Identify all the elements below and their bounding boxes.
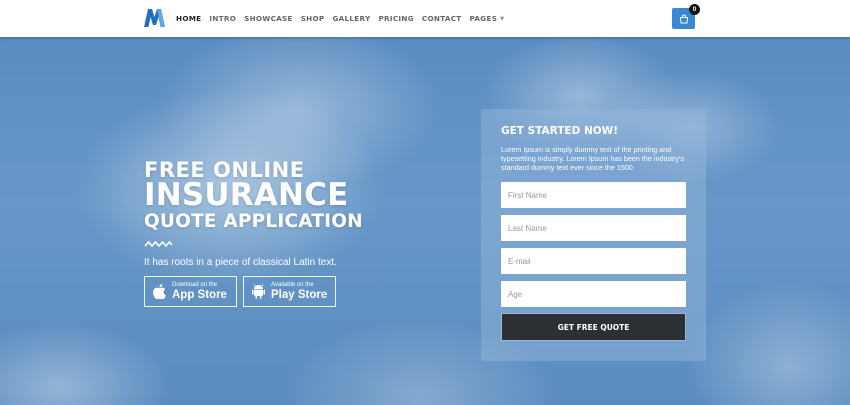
app-store-button[interactable]: Download on the App Store [144, 276, 237, 307]
form-title: GET STARTED NOW! [501, 125, 619, 137]
play-store-text: Available on the Play Store [271, 282, 327, 302]
hero-tagline: It has roots in a piece of classical Lat… [144, 257, 337, 268]
last-name-field[interactable] [501, 215, 686, 241]
app-store-big-label: App Store [172, 288, 227, 301]
hero-headline-line3: QUOTE APPLICATION [144, 211, 363, 232]
get-free-quote-button[interactable]: GET FREE QUOTE [501, 313, 686, 341]
first-name-field[interactable] [501, 182, 686, 208]
hero-sky-background [0, 37, 850, 405]
app-store-text: Download on the App Store [172, 282, 227, 302]
nav-home[interactable]: HOME [176, 14, 201, 23]
shopping-bag-icon [679, 14, 688, 23]
top-navbar: HOME INTRO SHOWCASE SHOP GALLERY PRICING… [0, 0, 850, 37]
apple-icon [153, 284, 166, 299]
m-logo-icon[interactable] [144, 9, 165, 27]
play-store-big-label: Play Store [271, 288, 328, 301]
cart-count-badge: 0 [689, 4, 700, 15]
email-field[interactable] [501, 248, 686, 274]
nav-shop[interactable]: SHOP [301, 14, 325, 23]
nav-pricing[interactable]: PRICING [378, 14, 413, 23]
nav-showcase[interactable]: SHOWCASE [244, 14, 293, 23]
nav-pages[interactable]: PAGES ▼ [470, 14, 505, 23]
hero-headline-line2: INSURANCE [144, 177, 349, 213]
nav-intro[interactable]: INTRO [209, 14, 236, 23]
quote-form-panel: GET STARTED NOW! Lorem Ipsum is simply d… [481, 109, 706, 361]
main-nav: HOME INTRO SHOWCASE SHOP GALLERY PRICING… [176, 0, 504, 37]
nav-gallery[interactable]: GALLERY [332, 14, 370, 23]
play-store-button[interactable]: Available on the Play Store [243, 276, 336, 307]
age-field[interactable] [501, 281, 686, 307]
nav-contact[interactable]: CONTACT [422, 14, 462, 23]
nav-pages-label: PAGES [469, 14, 498, 23]
form-description: Lorem Ipsum is simply dummy text of the … [501, 145, 685, 172]
app-store-small-label: Download on the [172, 281, 218, 288]
chevron-down-icon: ▼ [500, 15, 505, 22]
play-store-small-label: Available on the [271, 281, 314, 288]
squiggle-divider-icon [144, 240, 173, 248]
android-icon [252, 284, 265, 299]
